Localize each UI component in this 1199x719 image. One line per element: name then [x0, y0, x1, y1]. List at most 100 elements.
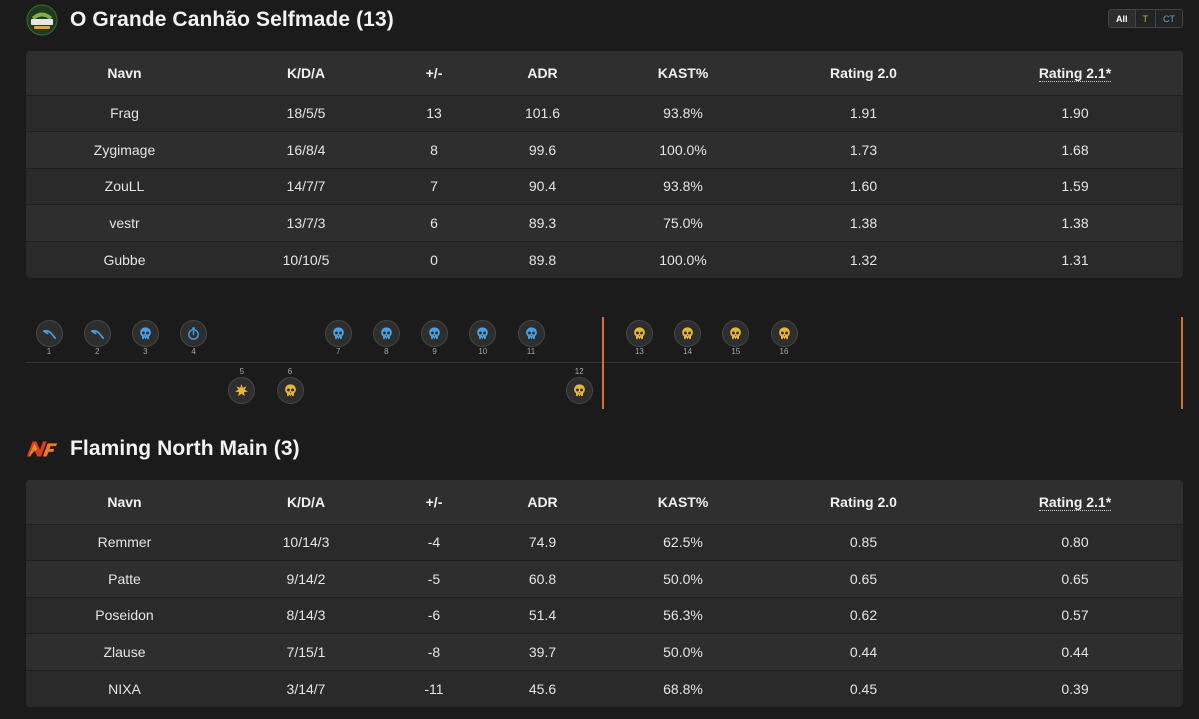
- round-12[interactable]: 12: [565, 367, 593, 404]
- cell-kda: 10/14/3: [223, 523, 389, 561]
- cell-name[interactable]: NIXA: [26, 669, 223, 707]
- cell-name[interactable]: Frag: [26, 94, 223, 132]
- round-1[interactable]: 1: [35, 320, 63, 357]
- cell-kast: 68.8%: [606, 669, 760, 707]
- round-6[interactable]: 6: [276, 367, 304, 404]
- round-16[interactable]: 16: [770, 320, 798, 357]
- cell-diff: -11: [389, 669, 479, 707]
- cell-diff: 6: [389, 204, 479, 242]
- round-number: 15: [731, 347, 741, 356]
- cell-name[interactable]: vestr: [26, 204, 223, 242]
- cell-rating20: 1.60: [760, 167, 967, 205]
- round-number: 13: [634, 347, 644, 356]
- table-row[interactable]: Zygimage 16/8/4 8 99.6 100.0% 1.73 1.68: [26, 131, 1183, 169]
- cell-name[interactable]: Remmer: [26, 523, 223, 561]
- cell-rating21: 1.59: [967, 167, 1183, 205]
- col-rating21[interactable]: Rating 2.1*: [967, 480, 1183, 524]
- round-2[interactable]: 2: [83, 320, 111, 357]
- round-10[interactable]: 10: [469, 320, 497, 357]
- col-rating21[interactable]: Rating 2.1*: [967, 51, 1183, 95]
- filter-ct-button[interactable]: CT: [1156, 10, 1182, 27]
- round-number: 10: [478, 347, 488, 356]
- team1-name: O Grande Canhão Selfmade (13): [70, 8, 394, 31]
- table-header-row: Navn K/D/A +/- ADR KAST% Rating 2.0 Rati…: [26, 480, 1183, 524]
- col-adr[interactable]: ADR: [479, 480, 606, 524]
- table-row[interactable]: Patte 9/14/2 -5 60.8 50.0% 0.65 0.65: [26, 560, 1183, 598]
- cell-adr: 99.6: [479, 131, 606, 169]
- cell-diff: 8: [389, 131, 479, 169]
- round-14[interactable]: 14: [674, 320, 702, 357]
- cell-rating21: 0.44: [967, 633, 1183, 671]
- cell-kast: 56.3%: [606, 596, 760, 634]
- cell-kast: 100.0%: [606, 131, 760, 169]
- cell-name[interactable]: Zlause: [26, 633, 223, 671]
- cell-diff: 0: [389, 240, 479, 278]
- cell-name[interactable]: Patte: [26, 560, 223, 598]
- cell-rating21: 0.57: [967, 596, 1183, 634]
- cell-diff: -8: [389, 633, 479, 671]
- round-13[interactable]: 13: [625, 320, 653, 357]
- col-diff[interactable]: +/-: [389, 480, 479, 524]
- cell-adr: 90.4: [479, 167, 606, 205]
- filter-t-button[interactable]: T: [1135, 10, 1156, 27]
- round-number: 6: [287, 367, 293, 376]
- cell-adr: 89.3: [479, 204, 606, 242]
- round-5[interactable]: 5: [228, 367, 256, 404]
- table-row[interactable]: NIXA 3/14/7 -11 45.6 68.8% 0.45 0.39: [26, 669, 1183, 707]
- table-row[interactable]: Zlause 7/15/1 -8 39.7 50.0% 0.44 0.44: [26, 633, 1183, 671]
- col-kda[interactable]: K/D/A: [223, 480, 389, 524]
- round-number: 7: [335, 347, 341, 356]
- cell-adr: 101.6: [479, 94, 606, 132]
- col-adr[interactable]: ADR: [479, 51, 606, 95]
- defuse-icon: [83, 320, 111, 347]
- col-kast[interactable]: KAST%: [606, 51, 760, 95]
- col-kast[interactable]: KAST%: [606, 480, 760, 524]
- cell-rating20: 1.32: [760, 240, 967, 278]
- cell-adr: 89.8: [479, 240, 606, 278]
- cell-name[interactable]: Zygimage: [26, 131, 223, 169]
- round-11[interactable]: 11: [517, 320, 545, 357]
- round-15[interactable]: 15: [722, 320, 750, 357]
- table-row[interactable]: Poseidon 8/14/3 -6 51.4 56.3% 0.62 0.57: [26, 596, 1183, 634]
- cell-kda: 16/8/4: [223, 131, 389, 169]
- cell-rating20: 0.65: [760, 560, 967, 598]
- cell-rating21: 1.90: [967, 94, 1183, 132]
- cell-name[interactable]: Poseidon: [26, 596, 223, 634]
- col-rating20[interactable]: Rating 2.0: [760, 51, 967, 95]
- cell-rating21: 1.31: [967, 240, 1183, 278]
- table-row[interactable]: Frag 18/5/5 13 101.6 93.8% 1.91 1.90: [26, 94, 1183, 132]
- cell-adr: 74.9: [479, 523, 606, 561]
- filter-all-button[interactable]: All: [1108, 10, 1136, 27]
- table-row[interactable]: ZouLL 14/7/7 7 90.4 93.8% 1.60 1.59: [26, 167, 1183, 205]
- team1-logo-icon: [26, 4, 58, 36]
- cell-kda: 14/7/7: [223, 167, 389, 205]
- round-number: 2: [94, 347, 100, 356]
- table-row[interactable]: Gubbe 10/10/5 0 89.8 100.0% 1.32 1.31: [26, 240, 1183, 278]
- cell-kast: 75.0%: [606, 204, 760, 242]
- col-name[interactable]: Navn: [26, 51, 223, 95]
- cell-kda: 3/14/7: [223, 669, 389, 707]
- col-name[interactable]: Navn: [26, 480, 223, 524]
- round-number: 12: [574, 367, 584, 376]
- round-4[interactable]: 4: [180, 320, 208, 357]
- cell-name[interactable]: Gubbe: [26, 240, 223, 278]
- table-row[interactable]: vestr 13/7/3 6 89.3 75.0% 1.38 1.38: [26, 204, 1183, 242]
- table-row[interactable]: Remmer 10/14/3 -4 74.9 62.5% 0.85 0.80: [26, 523, 1183, 561]
- cell-kda: 10/10/5: [223, 240, 389, 278]
- timeline-divider: [26, 362, 1183, 363]
- col-rating20[interactable]: Rating 2.0: [760, 480, 967, 524]
- cell-diff: -5: [389, 560, 479, 598]
- explosion-icon: [228, 377, 256, 404]
- cell-kda: 7/15/1: [223, 633, 389, 671]
- round-8[interactable]: 8: [372, 320, 400, 357]
- skull-icon: [770, 320, 798, 347]
- col-kda[interactable]: K/D/A: [223, 51, 389, 95]
- col-diff[interactable]: +/-: [389, 51, 479, 95]
- skull-icon: [517, 320, 545, 347]
- round-9[interactable]: 9: [421, 320, 449, 357]
- cell-rating20: 1.38: [760, 204, 967, 242]
- round-3[interactable]: 3: [131, 320, 159, 357]
- round-7[interactable]: 7: [324, 320, 352, 357]
- cell-name[interactable]: ZouLL: [26, 167, 223, 205]
- skull-icon: [674, 320, 702, 347]
